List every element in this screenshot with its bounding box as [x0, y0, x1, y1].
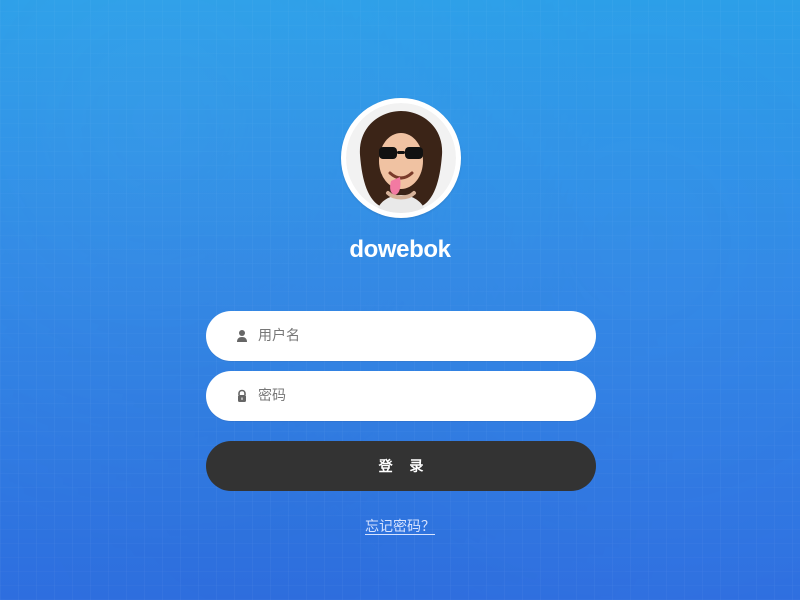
- forgot-password: 忘记密码？: [0, 516, 800, 536]
- login-button[interactable]: 登 录: [206, 441, 596, 491]
- user-icon: [237, 330, 247, 342]
- password-input[interactable]: [258, 383, 578, 409]
- password-field[interactable]: [206, 371, 596, 421]
- login-page: dowebok 登 录 忘记密码？: [0, 0, 800, 600]
- background-texture: [0, 0, 800, 600]
- brand-title: dowebok: [349, 236, 451, 263]
- avatar: [341, 98, 461, 218]
- forgot-password-link[interactable]: 忘记密码？: [365, 519, 435, 535]
- username-input[interactable]: [258, 323, 578, 349]
- lock-icon: [238, 389, 246, 402]
- username-field[interactable]: [206, 311, 596, 361]
- avatar-image: [346, 103, 456, 213]
